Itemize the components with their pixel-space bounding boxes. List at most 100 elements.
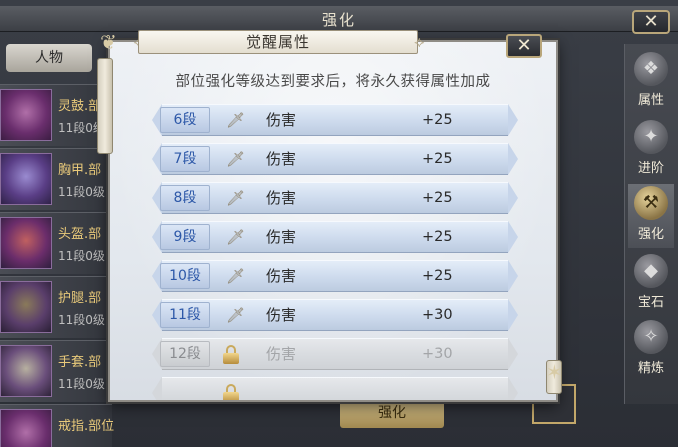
tier-badge: 6段 — [160, 107, 210, 133]
row-bar — [162, 377, 508, 400]
equipment-thumbnail — [0, 153, 52, 205]
attribute-value: +25 — [422, 229, 453, 245]
enhance-button[interactable]: 强化 — [340, 398, 444, 428]
row-bar — [162, 104, 508, 136]
row-bar — [162, 143, 508, 175]
awaken-row: 10段 🗡 伤害 +25 — [152, 260, 518, 292]
tab-label: 宝石 — [637, 295, 664, 310]
lock-icon — [222, 343, 240, 365]
equipment-thumbnail — [0, 281, 52, 333]
attribute-value: +25 — [422, 112, 453, 128]
list-item[interactable]: 头盔.部 11段0级 — [0, 212, 112, 274]
attribute-value: +25 — [422, 190, 453, 206]
list-item[interactable]: 戒指.部位 — [0, 404, 115, 447]
equipment-level: 11段0级 — [58, 185, 105, 199]
sword-icon: 🗡 — [226, 111, 246, 129]
refine-icon: ✧ — [634, 320, 668, 354]
equipment-name: 戒指.部位 — [58, 419, 115, 434]
equipment-level: 11段0级 — [58, 249, 105, 263]
sword-icon: 🗡 — [226, 150, 246, 168]
list-item[interactable]: 护腿.部 11段0级 — [0, 276, 112, 338]
attribute-value: +30 — [422, 307, 453, 323]
sword-icon: 🗡 — [226, 228, 246, 246]
awaken-attributes-dialog: 部位强化等级达到要求后，将永久获得属性加成 6段 🗡 伤害 +25 7段 🗡 伤… — [108, 40, 558, 402]
list-item[interactable]: 胸甲.部 11段0级 — [0, 148, 112, 210]
sword-icon: 🗡 — [226, 267, 246, 285]
equipment-name: 头盔.部 — [58, 227, 102, 242]
lock-icon — [222, 382, 240, 400]
tab-enhance[interactable]: ⚒ 强化 — [628, 184, 674, 248]
enhance-icon: ⚒ — [634, 186, 668, 220]
modal-close-button[interactable]: ✕ — [506, 34, 542, 58]
awaken-row: 9段 🗡 伤害 +25 — [152, 221, 518, 253]
row-bar — [162, 299, 508, 331]
attribute-name: 伤害 — [266, 150, 297, 168]
modal-description: 部位强化等级达到要求后，将永久获得属性加成 — [175, 74, 491, 90]
equipment-level: 11段0级 — [58, 313, 105, 327]
header-ornament-right-icon: ⟡ — [414, 32, 425, 51]
equipment-thumbnail — [0, 89, 52, 141]
tier-badge: 11段 — [160, 302, 210, 328]
enhance-close-button[interactable]: ✕ — [632, 10, 670, 34]
row-cap-right — [508, 338, 518, 370]
attribute-name: 伤害 — [266, 345, 297, 363]
row-cap-right — [508, 143, 518, 175]
row-bar — [162, 260, 508, 292]
tab-label: 进阶 — [637, 161, 664, 176]
row-bar — [162, 338, 508, 370]
tier-badge: 7段 — [160, 146, 210, 172]
row-cap-right — [508, 221, 518, 253]
awaken-row: 6段 🗡 伤害 +25 — [152, 104, 518, 136]
tab-label: 精炼 — [637, 361, 664, 376]
corner-ornament-icon: ✶ — [546, 360, 563, 384]
row-bar — [162, 221, 508, 253]
equipment-name: 胸甲.部 — [58, 163, 102, 178]
tier-badge: 8段 — [160, 185, 210, 211]
attribute-name: 伤害 — [266, 189, 297, 207]
scroll-ornament-left — [97, 58, 113, 154]
tab-attribute[interactable]: ❖ 属性 — [628, 50, 674, 114]
equipment-level: 11段0级 — [58, 377, 105, 391]
tab-label: 强化 — [637, 227, 664, 242]
attribute-name: 伤害 — [266, 228, 297, 246]
sword-icon: 🗡 — [226, 306, 246, 324]
modal-title: 觉醒属性 — [138, 30, 418, 54]
equipment-thumbnail — [0, 217, 52, 269]
tier-badge: 9段 — [160, 224, 210, 250]
row-cap-right — [508, 182, 518, 214]
tab-character[interactable]: 人物 — [6, 44, 92, 72]
equipment-name: 灵鼓.部 — [58, 99, 102, 114]
gem-icon: ◆ — [634, 254, 668, 288]
awaken-row: 7段 🗡 伤害 +25 — [152, 143, 518, 175]
awaken-row-locked: 12段 伤害 +30 — [152, 338, 518, 370]
tab-gem[interactable]: ◆ 宝石 — [628, 252, 674, 316]
row-cap-right — [508, 104, 518, 136]
tab-refine[interactable]: ✧ 精炼 — [628, 318, 674, 382]
equipment-list: 灵鼓.部 11段0级 胸甲.部 11段0级 头盔.部 11段0级 护腿.部 11… — [0, 84, 115, 447]
row-bar — [162, 182, 508, 214]
tab-advance[interactable]: ✦ 进阶 — [628, 118, 674, 182]
tier-badge: 12段 — [160, 341, 210, 367]
row-cap-right — [508, 260, 518, 292]
row-cap-right — [508, 299, 518, 331]
row-cap-left — [152, 377, 162, 400]
attribute-value: +25 — [422, 151, 453, 167]
tab-label: 属性 — [637, 93, 664, 108]
equipment-thumbnail — [0, 345, 52, 397]
row-cap-right — [508, 377, 518, 400]
attribute-name: 伤害 — [266, 306, 297, 324]
tier-badge: 10段 — [160, 263, 210, 289]
attribute-name: 伤害 — [266, 111, 297, 129]
attribute-icon: ❖ — [634, 52, 668, 86]
awaken-row: 11段 🗡 伤害 +30 — [152, 299, 518, 331]
advance-icon: ✦ — [634, 120, 668, 154]
equipment-name: 手套.部 — [58, 355, 102, 370]
list-item[interactable]: 手套.部 11段0级 — [0, 340, 112, 402]
sword-icon: 🗡 — [226, 189, 246, 207]
corner-ornament-icon: ❦ — [100, 30, 117, 54]
list-item[interactable]: 灵鼓.部 11段0级 — [0, 84, 112, 146]
awaken-row-locked — [152, 377, 518, 400]
awaken-row: 8段 🗡 伤害 +25 — [152, 182, 518, 214]
attribute-value: +30 — [422, 346, 453, 362]
attribute-value: +25 — [422, 268, 453, 284]
